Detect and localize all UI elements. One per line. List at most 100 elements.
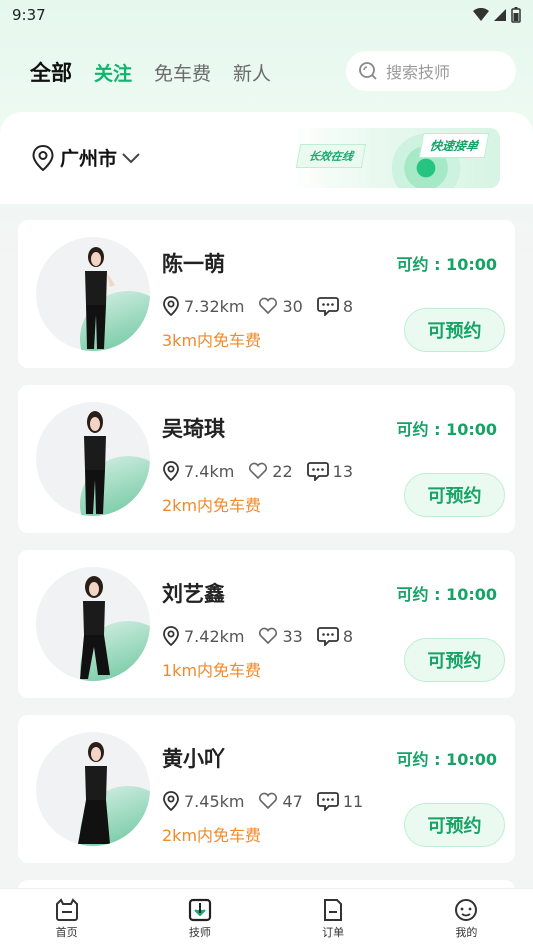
location-pin-icon [32,144,54,171]
book-button[interactable]: 可预约 [404,803,505,847]
banner-tag-fast: 快速接单 [418,133,490,158]
technician-name: 刘艺鑫 [162,582,225,606]
technician-card[interactable]: 刘艺鑫 可约 : 10:00 7.42km 33 8 1km内免车费 可预约 [18,550,515,698]
tab-following[interactable]: 关注 [94,59,132,86]
technician-stats: 7.45km 47 11 [162,791,377,811]
technician-card[interactable]: 黄小吖 可约 : 10:00 7.45km 47 11 2km内免车费 可预约 [18,715,515,863]
profile-icon [455,898,478,921]
nav-orders[interactable]: 订单 [267,889,400,948]
distance: 7.42km [162,626,244,646]
nav-profile[interactable]: 我的 [400,889,533,948]
comments-count: 13 [332,461,354,481]
avatar[interactable] [36,237,150,351]
likes: 33 [258,626,303,646]
avatar[interactable] [36,402,150,516]
comments: 13 [306,461,354,481]
comment-icon [316,627,339,646]
nav-home[interactable]: 首页 [0,889,133,948]
nav-orders-label: 订单 [322,925,345,939]
tab-free-ride[interactable]: 免车费 [154,59,211,86]
nav-technician[interactable]: 技师 [133,889,266,948]
book-button[interactable]: 可预约 [404,308,505,352]
heart-icon [259,792,278,810]
free-ride-info: 3km内免车费 [162,331,262,350]
search-placeholder: 搜索技师 [386,63,451,82]
order-icon [324,898,343,921]
heart-icon [249,462,268,480]
technician-card[interactable]: 吴琦琪 可约 : 10:00 7.4km 22 13 2km内免车费 可预约 [18,385,515,533]
location-pin-icon [163,296,179,316]
free-ride-info: 2km内免车费 [162,826,262,845]
comments: 8 [316,626,354,646]
technician-stats: 7.4km 22 13 [162,461,367,481]
availability-time: 可约 : 10:00 [396,420,497,439]
likes-count: 22 [272,461,293,481]
bottom-nav: 首页 技师 订单 我的 [0,888,533,948]
likes-count: 47 [282,791,303,811]
chevron-down-icon [122,152,140,163]
battery-icon [511,7,521,23]
nav-technician-label: 技师 [188,925,211,939]
free-ride-info: 1km内免车费 [162,661,262,680]
technician-name: 吴琦琪 [162,417,225,441]
tab-new[interactable]: 新人 [233,59,271,86]
location-pin-icon [163,791,179,811]
status-icons [473,7,521,23]
comment-icon [316,792,339,811]
technician-card[interactable]: 陈一萌 可约 : 10:00 7.32km 30 8 3km内免车费 可预约 [18,220,515,368]
book-button[interactable]: 可预约 [404,638,505,682]
distance: 7.32km [162,296,244,316]
technician-photo [80,576,110,679]
location-pin-icon [163,626,179,646]
likes: 47 [258,791,303,811]
availability-time: 可约 : 10:00 [396,585,497,604]
technician-photo [84,411,106,514]
technician-stats: 7.42km 33 8 [162,626,367,646]
distance-value: 7.32km [184,296,245,316]
signal-icon [494,9,506,21]
technician-name: 陈一萌 [162,252,225,276]
technician-stats: 7.32km 30 8 [162,296,367,316]
distance: 7.45km [162,791,244,811]
comments-count: 8 [342,296,354,316]
search-input[interactable]: 搜索技师 [346,51,516,91]
nav-home-label: 首页 [55,925,78,939]
distance-value: 7.45km [184,791,245,811]
comment-icon [306,462,329,481]
comments-count: 11 [342,791,364,811]
comments: 11 [316,791,364,811]
city-selector[interactable]: 广州市 [32,144,141,171]
technician-icon [188,898,211,921]
status-time: 9:37 [12,6,46,24]
comments: 8 [316,296,354,316]
comments-count: 8 [342,626,354,646]
distance-value: 7.4km [184,461,235,481]
avatar[interactable] [36,732,150,846]
heart-icon [259,297,278,315]
free-ride-info: 2km内免车费 [162,496,262,515]
book-button[interactable]: 可预约 [404,473,505,517]
location-pin-icon [163,461,179,481]
wifi-icon [473,8,489,21]
heart-icon [259,627,278,645]
likes: 30 [258,296,303,316]
likes-count: 30 [282,296,303,316]
banner-tag-online: 长效在线 [295,144,367,168]
distance-value: 7.42km [184,626,245,646]
home-icon [55,897,78,921]
nav-profile-label: 我的 [455,925,478,939]
category-tabs: 全部 关注 免车费 新人 [30,52,293,92]
promo-banner[interactable]: 长效在线 快速接单 [290,128,500,188]
likes: 22 [248,461,293,481]
comment-icon [316,297,339,316]
availability-time: 可约 : 10:00 [396,750,497,769]
search-icon [359,62,377,80]
likes-count: 33 [282,626,303,646]
city-label: 广州市 [60,148,118,170]
tab-all[interactable]: 全部 [30,57,72,87]
technician-photo [85,247,115,349]
technician-name: 黄小吖 [162,747,225,771]
distance: 7.4km [162,461,234,481]
avatar[interactable] [36,567,150,681]
technician-photo [78,742,110,844]
